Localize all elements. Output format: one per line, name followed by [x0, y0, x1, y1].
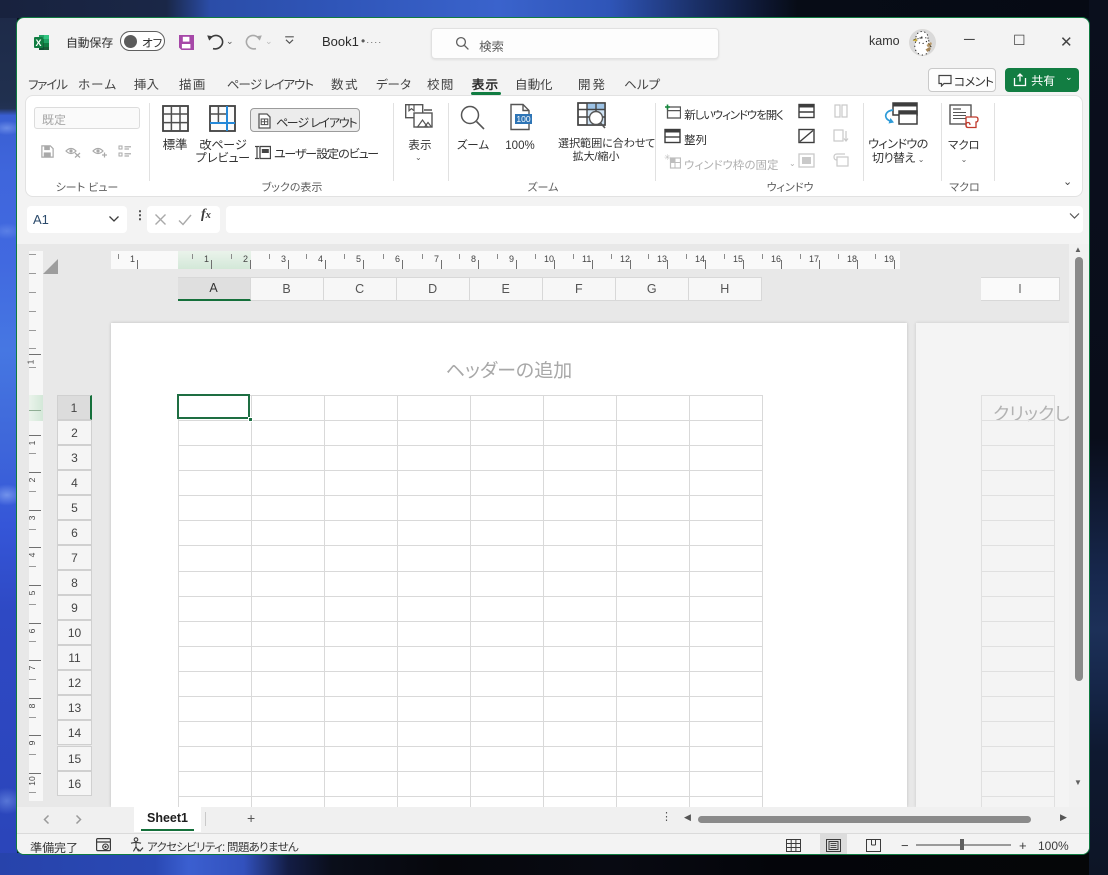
svg-text:100: 100	[516, 114, 530, 124]
svg-text:X: X	[35, 38, 41, 48]
